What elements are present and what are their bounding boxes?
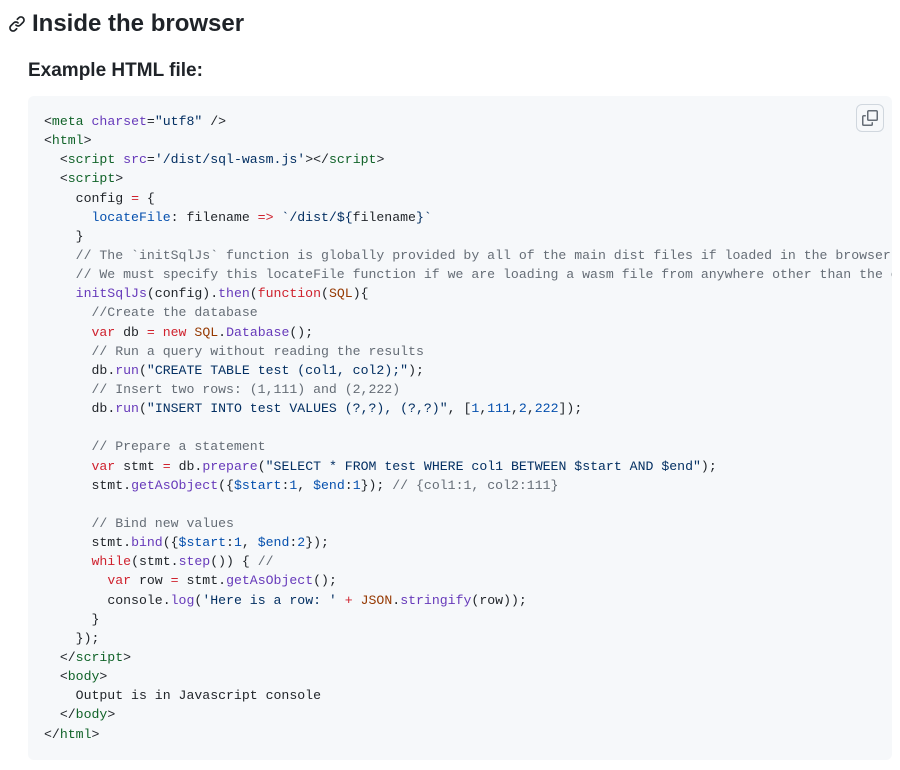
example-subheading: Example HTML file: xyxy=(28,60,892,82)
copy-icon xyxy=(862,110,878,126)
section-heading: Inside the browser xyxy=(8,10,892,42)
code-block: <meta charset="utf8" /> <html> <script s… xyxy=(28,96,892,760)
link-icon[interactable] xyxy=(8,15,26,33)
copy-button[interactable] xyxy=(856,104,884,132)
section-heading-text: Inside the browser xyxy=(32,10,244,38)
code-content: <meta charset="utf8" /> <html> <script s… xyxy=(44,112,876,744)
